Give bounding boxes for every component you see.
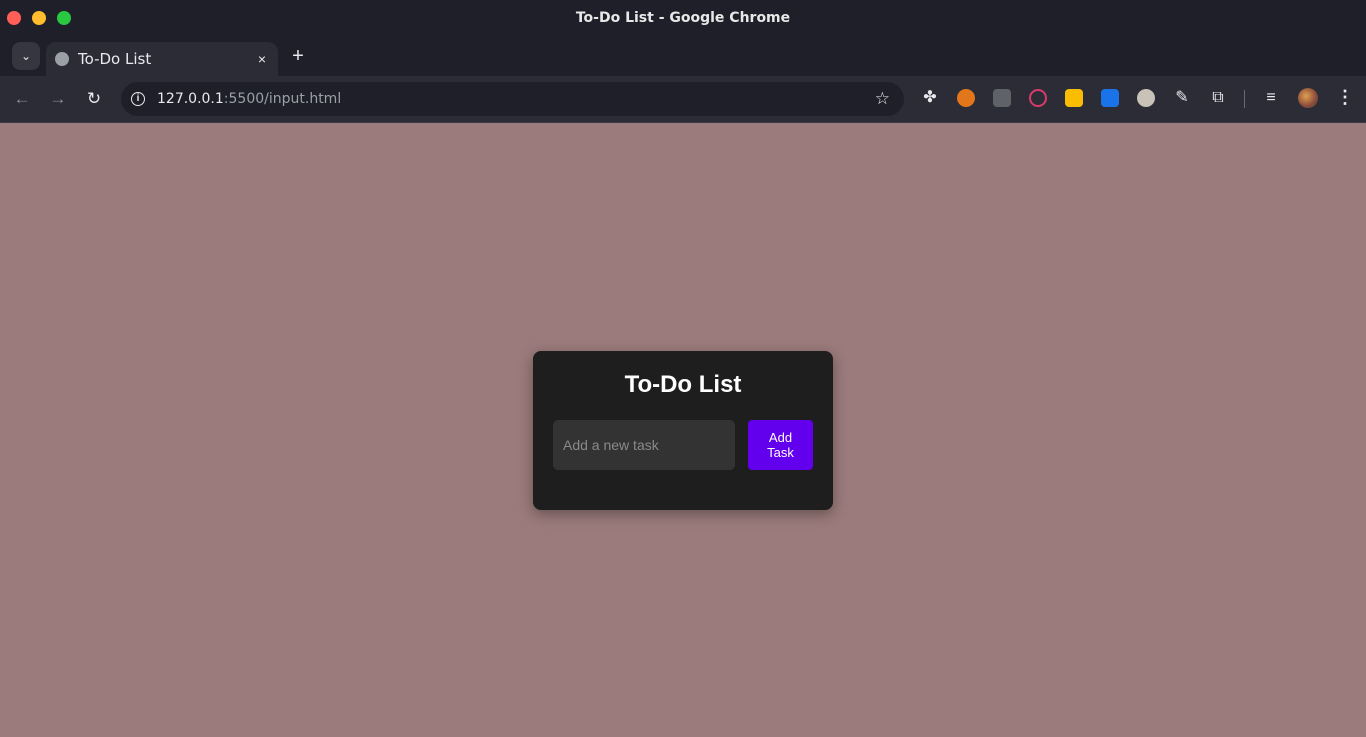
url-path: :5500/input.html	[223, 91, 342, 107]
task-input[interactable]	[553, 420, 735, 470]
profile-avatar[interactable]	[1298, 88, 1318, 108]
add-task-button[interactable]: Add Task	[748, 420, 813, 470]
toolbar-divider	[1244, 90, 1245, 108]
address-bar[interactable]: i 127.0.0.1 :5500/input.html ☆	[121, 82, 904, 116]
bookmark-star-icon[interactable]: ☆	[875, 89, 890, 109]
tab-todo-list[interactable]: To-Do List ×	[46, 42, 278, 76]
media-play-icon[interactable]	[1029, 89, 1047, 107]
tab-strip: ⌄ To-Do List × +	[0, 36, 1366, 76]
url-host: 127.0.0.1	[157, 91, 224, 107]
more-menu-icon[interactable]: ⋮	[1336, 87, 1354, 108]
window-title: To-Do List - Google Chrome	[575, 10, 791, 26]
window-titlebar: To-Do List - Google Chrome	[0, 0, 1366, 36]
browser-toolbar: ← → ↻ i 127.0.0.1 :5500/input.html ☆ ✤ ✎…	[0, 76, 1366, 123]
media-queue-icon[interactable]: ≡	[1262, 89, 1280, 107]
robot-icon[interactable]	[993, 89, 1011, 107]
keep-icon[interactable]	[1065, 89, 1083, 107]
forward-arrow-icon[interactable]: →	[47, 88, 69, 110]
eyedropper-icon[interactable]: ✎	[1173, 89, 1191, 107]
tab-title: To-Do List	[78, 50, 152, 68]
tab-search-button[interactable]: ⌄	[12, 42, 40, 70]
new-tab-button[interactable]: +	[287, 44, 309, 68]
gnome-icon[interactable]: ✤	[921, 89, 939, 107]
face-icon[interactable]	[1137, 89, 1155, 107]
back-arrow-icon[interactable]: ←	[11, 88, 33, 110]
reload-icon[interactable]: ↻	[83, 88, 105, 110]
puzzle-icon[interactable]: ⧉	[1209, 89, 1227, 107]
chevron-down-icon: ⌄	[20, 49, 32, 63]
site-info-icon[interactable]: i	[131, 92, 145, 106]
card-title: To-Do List	[624, 371, 742, 398]
globe-icon	[55, 52, 69, 66]
todo-card: To-Do List Add Task	[533, 351, 833, 510]
close-tab-icon[interactable]: ×	[252, 51, 272, 67]
metamask-icon[interactable]	[957, 89, 975, 107]
trello-icon[interactable]	[1101, 89, 1119, 107]
